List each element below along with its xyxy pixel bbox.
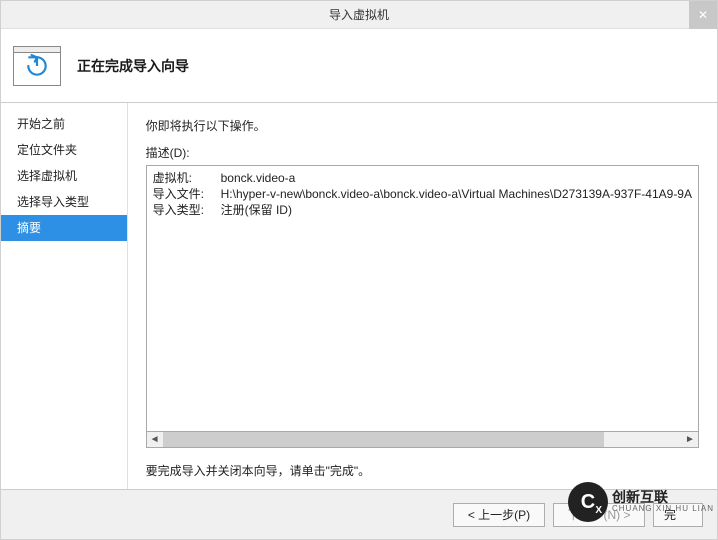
sidebar-step-import-type[interactable]: 选择导入类型	[1, 189, 127, 215]
close-button[interactable]: ✕	[689, 1, 717, 29]
sidebar-step-select-vm[interactable]: 选择虚拟机	[1, 163, 127, 189]
scroll-track[interactable]	[163, 432, 682, 447]
wizard-content: 你即将执行以下操作。 描述(D): 虚拟机: bonck.video-a 导入文…	[128, 103, 717, 489]
next-button: 下一步(N) >	[553, 503, 645, 527]
intro-text: 你即将执行以下操作。	[146, 117, 699, 134]
finish-button[interactable]: 完	[653, 503, 703, 527]
wizard-footer: < 上一步(P) 下一步(N) > 完	[1, 489, 717, 539]
wizard-heading: 正在完成导入向导	[77, 56, 189, 76]
sidebar-step-summary[interactable]: 摘要	[1, 215, 127, 241]
summary-value: bonck.video-a	[221, 170, 296, 186]
summary-key: 虚拟机:	[153, 170, 209, 186]
summary-value: 注册(保留 ID)	[221, 202, 292, 218]
wizard-steps-sidebar: 开始之前 定位文件夹 选择虚拟机 选择导入类型 摘要	[1, 103, 128, 489]
finish-hint: 要完成导入并关闭本向导，请单击"完成"。	[146, 462, 699, 479]
sidebar-step-before-begin[interactable]: 开始之前	[1, 111, 127, 137]
wizard-window: 导入虚拟机 ✕ 正在完成导入向导 开始之前 定位文件夹 选择虚拟机 选择导入类型…	[0, 0, 718, 540]
import-arrow-icon	[13, 46, 61, 86]
titlebar: 导入虚拟机 ✕	[1, 1, 717, 29]
description-label: 描述(D):	[146, 144, 699, 161]
scroll-right-arrow-icon[interactable]: ►	[682, 432, 698, 447]
summary-key: 导入类型:	[153, 202, 209, 218]
summary-row-vm: 虚拟机: bonck.video-a	[153, 170, 692, 186]
summary-value: H:\hyper-v-new\bonck.video-a\bonck.video…	[221, 186, 692, 202]
summary-key: 导入文件:	[153, 186, 209, 202]
description-box: 虚拟机: bonck.video-a 导入文件: H:\hyper-v-new\…	[146, 165, 699, 432]
horizontal-scrollbar[interactable]: ◄ ►	[146, 432, 699, 448]
summary-row-type: 导入类型: 注册(保留 ID)	[153, 202, 692, 218]
scroll-left-arrow-icon[interactable]: ◄	[147, 432, 163, 447]
description-box-wrap: 虚拟机: bonck.video-a 导入文件: H:\hyper-v-new\…	[146, 165, 699, 448]
close-icon: ✕	[698, 8, 708, 22]
wizard-body: 开始之前 定位文件夹 选择虚拟机 选择导入类型 摘要 你即将执行以下操作。 描述…	[1, 103, 717, 489]
window-title: 导入虚拟机	[329, 6, 389, 23]
previous-button[interactable]: < 上一步(P)	[453, 503, 545, 527]
summary-row-file: 导入文件: H:\hyper-v-new\bonck.video-a\bonck…	[153, 186, 692, 202]
scroll-thumb[interactable]	[163, 432, 604, 447]
sidebar-step-locate-folder[interactable]: 定位文件夹	[1, 137, 127, 163]
wizard-header: 正在完成导入向导	[1, 29, 717, 103]
